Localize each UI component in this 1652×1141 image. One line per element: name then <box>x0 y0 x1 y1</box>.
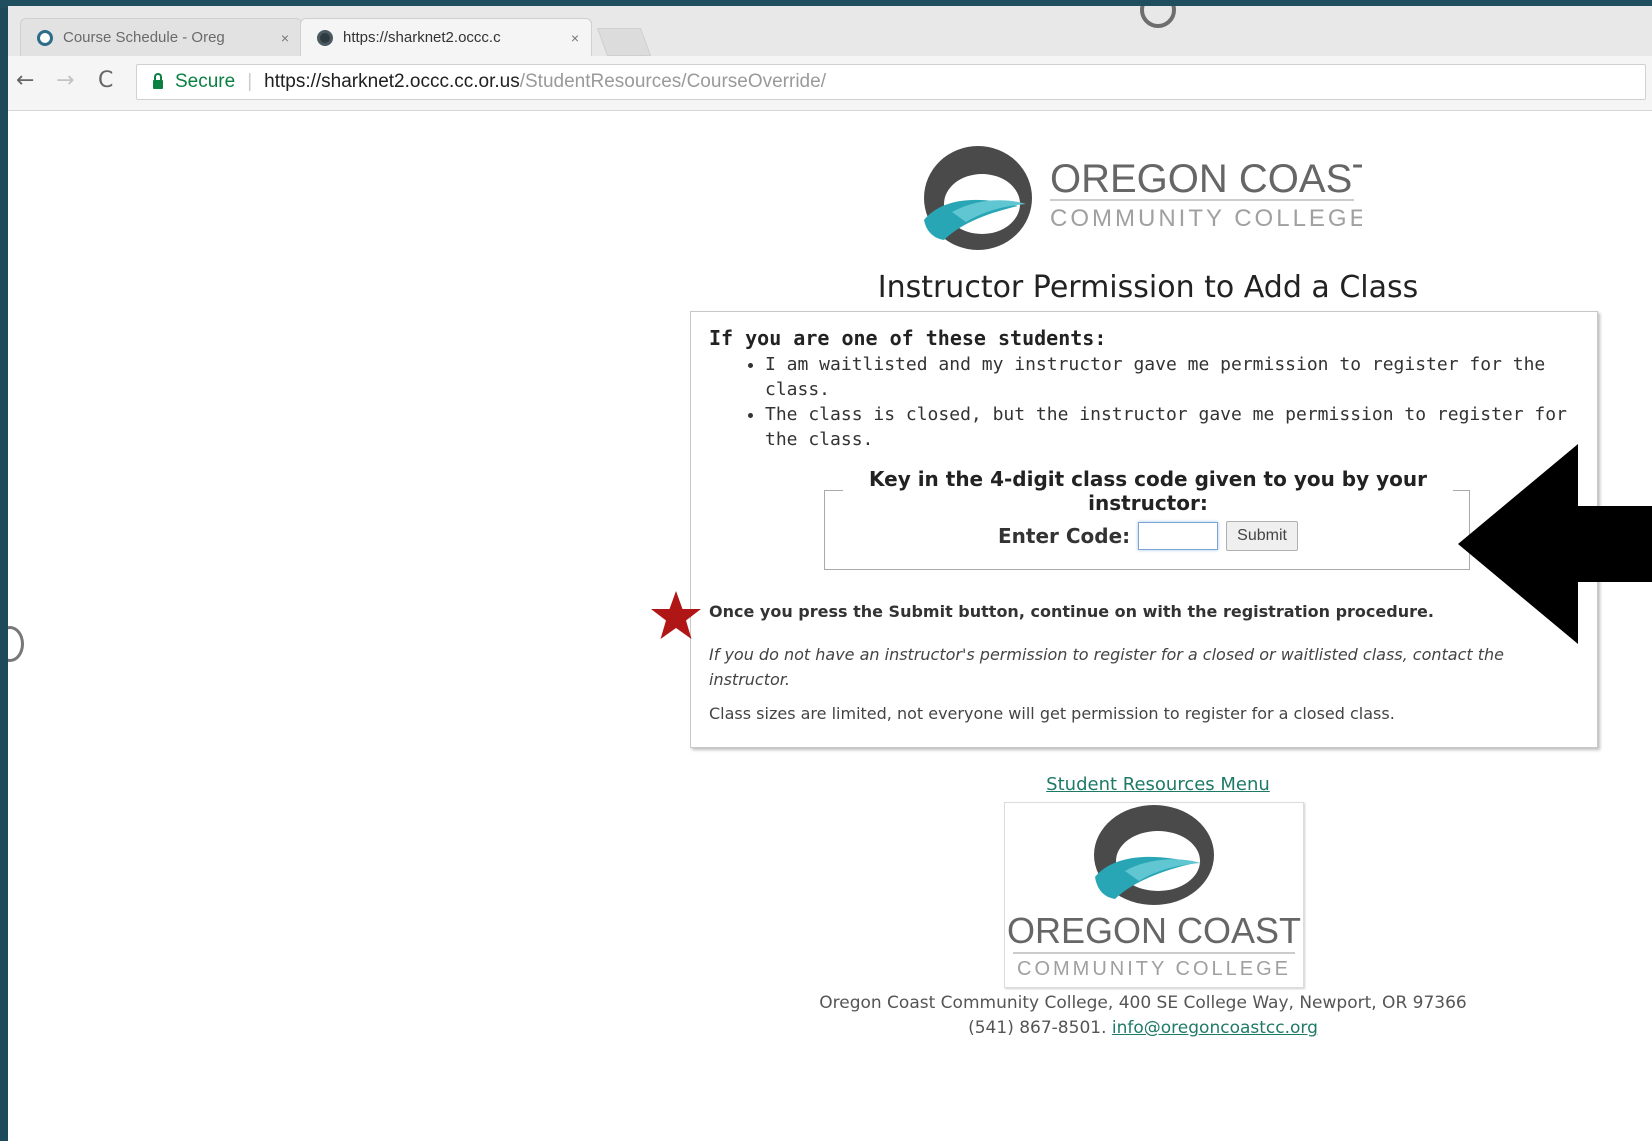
footer-contact: (541) 867-8501. info@oregoncoastcc.org <box>688 1016 1598 1041</box>
tab-favicon-icon <box>37 29 53 46</box>
student-resources-link[interactable]: Student Resources Menu <box>1008 774 1308 795</box>
tab-strip: Course Schedule - Oreg × https://sharkne… <box>8 6 1652 57</box>
code-entry-row: Enter Code: Submit <box>825 521 1471 551</box>
list-item: I am waitlisted and my instructor gave m… <box>765 352 1605 402</box>
permission-note: If you do not have an instructor's permi… <box>709 645 1505 689</box>
college-logo: OREGON COAST COMMUNITY COLLEGE <box>924 146 1362 250</box>
class-size-note: Class sizes are limited, not everyone wi… <box>709 704 1395 723</box>
secure-label: Secure <box>175 71 236 92</box>
tab-sharknet[interactable]: https://sharknet2.occc.c × <box>300 18 592 56</box>
logo-name-line1: OREGON COAST <box>1007 910 1301 951</box>
lock-icon <box>153 72 163 89</box>
logo-name-line2: COMMUNITY COLLEGE <box>1017 958 1291 980</box>
url-separator: | <box>247 71 253 92</box>
eligibility-heading: If you are one of these students: <box>709 326 1107 350</box>
tab-course-schedule[interactable]: Course Schedule - Oreg × <box>20 18 302 56</box>
footer-email-link[interactable]: info@oregoncoastcc.org <box>1112 1018 1318 1038</box>
back-button[interactable]: ← <box>16 68 34 93</box>
class-code-input[interactable] <box>1138 522 1219 550</box>
submit-instruction: Once you press the Submit button, contin… <box>709 602 1434 621</box>
page-title: Instructor Permission to Add a Class <box>877 270 1419 305</box>
star-icon <box>651 591 701 639</box>
submit-button[interactable]: Submit <box>1226 521 1298 551</box>
reload-button[interactable]: C <box>98 68 113 93</box>
address-bar[interactable]: Secure | https://sharknet2.occc.cc.or.us… <box>136 64 1646 100</box>
class-code-prompt: Key in the 4-digit class code given to y… <box>843 467 1453 515</box>
enter-code-label: Enter Code: <box>998 524 1131 548</box>
close-tab-icon[interactable]: × <box>571 30 579 46</box>
browser-window: Course Schedule - Oreg × https://sharkne… <box>8 6 1652 1141</box>
left-arrow-icon <box>1458 444 1652 644</box>
footer-phone: (541) 867-8501. <box>968 1018 1107 1038</box>
footer-address: Oregon Coast Community College, 400 SE C… <box>819 993 1467 1013</box>
slide-decoration <box>8 626 24 662</box>
url-path: /StudentResources/CourseOverride/ <box>519 71 826 92</box>
logo-name-line2: COMMUNITY COLLEGE <box>1050 205 1362 232</box>
class-code-fieldset: Key in the 4-digit class code given to y… <box>824 467 1471 570</box>
browser-toolbar: ← → C Secure | https://sharknet2.occc.cc… <box>8 56 1652 111</box>
forward-button[interactable]: → <box>56 68 74 93</box>
tab-label: Course Schedule - Oreg <box>63 29 225 46</box>
new-tab-button[interactable] <box>596 28 652 56</box>
logo-name-line1: OREGON COAST <box>1050 157 1362 201</box>
eligibility-list: I am waitlisted and my instructor gave m… <box>721 352 1605 452</box>
tab-label: https://sharknet2.occc.c <box>343 29 501 46</box>
college-logo-footer: OREGON COAST COMMUNITY COLLEGE <box>1004 802 1304 988</box>
tab-favicon-icon <box>317 29 333 46</box>
url-host: https://sharknet2.occc.cc.or.us <box>264 71 520 92</box>
close-tab-icon[interactable]: × <box>281 30 289 46</box>
